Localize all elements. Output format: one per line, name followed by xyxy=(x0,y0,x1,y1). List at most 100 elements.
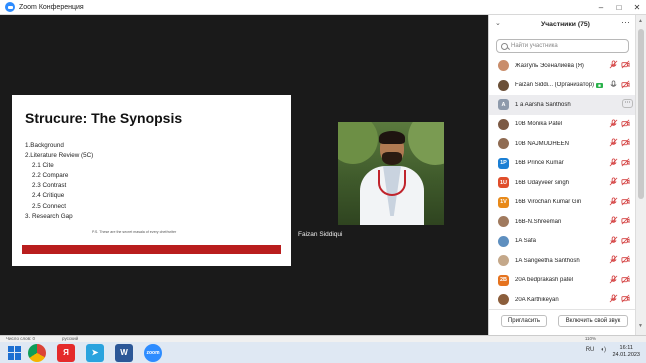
background-foliage xyxy=(338,122,378,164)
scroll-up-icon[interactable]: ▲ xyxy=(638,18,643,24)
participant-row[interactable]: 10B NAJMUDHEEN xyxy=(489,134,636,154)
camera-off-icon xyxy=(621,158,630,167)
camera-off-icon xyxy=(621,197,630,206)
slide-outline-item: 3. Research Gap xyxy=(25,212,73,220)
camera-off-icon xyxy=(621,294,630,303)
participant-row[interactable]: 10B Monika Patel xyxy=(489,115,636,135)
participant-row[interactable]: 1V 16B Virochan Kumar Giri xyxy=(489,193,636,213)
camera-off-icon xyxy=(621,60,630,69)
mic-muted-icon xyxy=(609,60,618,69)
participant-status-icons xyxy=(609,157,630,167)
camera-off-icon xyxy=(621,119,630,128)
participant-row[interactable]: 1A Sangeetha Santhosh xyxy=(489,251,636,271)
participant-more-button[interactable]: ⋯ xyxy=(622,99,633,108)
camera-off-icon xyxy=(621,80,630,89)
mic-muted-icon xyxy=(609,216,618,225)
participant-row[interactable]: 20A Karthikeyan xyxy=(489,290,636,310)
camera-off-icon xyxy=(621,236,630,245)
participant-status-icons xyxy=(609,274,630,284)
participant-status-icons xyxy=(609,138,630,147)
person-beard xyxy=(382,152,402,165)
close-button[interactable]: ✕ xyxy=(628,0,646,15)
zoom-level[interactable]: 110% xyxy=(585,336,596,341)
participant-status-icons xyxy=(609,118,630,128)
participant-name: 1A Safa xyxy=(515,238,537,245)
avatar: A xyxy=(498,99,509,111)
participant-name: 16B Udayveer singh xyxy=(515,179,570,186)
participant-name: Жазгуль Эсеналиева (Я) xyxy=(515,62,584,69)
mic-icon xyxy=(609,79,618,89)
participant-search-input[interactable]: Найти участника xyxy=(496,39,629,53)
avatar xyxy=(498,79,509,91)
slide-footer-bar xyxy=(22,245,281,254)
participant-row[interactable]: Faizan Siddi... (Организатор) ■ xyxy=(489,76,636,96)
shared-screen-slide: Strucure: The Synopsis 1.Background 2.Lit… xyxy=(12,95,291,266)
participant-name: 16B Prince Kumar xyxy=(515,160,564,167)
scroll-down-icon[interactable]: ▼ xyxy=(638,323,643,329)
mic-muted-icon xyxy=(609,177,618,186)
mic-muted-icon xyxy=(609,255,618,264)
camera-off-icon xyxy=(621,255,630,264)
zoom-icon[interactable]: zoom xyxy=(144,343,162,362)
participant-row[interactable]: Жазгуль Эсеналиева (Я) xyxy=(489,56,636,76)
system-clock[interactable]: 16:11 24.01.2023 xyxy=(612,345,640,359)
participant-status-icons xyxy=(609,79,630,89)
avatar: 1V xyxy=(498,196,509,208)
clock-time: 16:11 xyxy=(619,345,633,351)
participant-status-icons xyxy=(609,216,630,225)
participant-row[interactable]: 2B 20A bedprakash patel xyxy=(489,271,636,291)
panel-scrollbar[interactable]: ▲ ▼ xyxy=(635,15,646,335)
unmute-self-button[interactable]: Включить свой звук xyxy=(558,315,628,327)
mic-muted-icon xyxy=(609,118,618,128)
participant-status-icons xyxy=(609,60,630,69)
participant-name: Faizan Siddi... (Организатор) xyxy=(515,82,595,89)
avatar xyxy=(498,60,509,72)
video-name-label: Faizan Siddiqui xyxy=(298,231,343,238)
avatar: 1P xyxy=(498,157,509,169)
slide-outline-item: 2.4 Critique xyxy=(32,192,65,200)
telegram-icon[interactable]: ➤ xyxy=(86,343,104,362)
windows-start-icon[interactable] xyxy=(8,345,22,360)
avatar xyxy=(498,294,509,306)
more-icon[interactable]: ⋯ xyxy=(621,17,630,28)
slide-outline-item: 1.Background xyxy=(25,142,64,149)
participant-row[interactable]: 1U 16B Udayveer singh xyxy=(489,173,636,193)
participant-row[interactable]: 1P 16B Prince Kumar xyxy=(489,154,636,174)
system-tray: RU ◖) xyxy=(586,347,606,353)
word-icon[interactable]: W xyxy=(115,343,133,362)
participant-name: 10B NAJMUDHEEN xyxy=(515,140,570,147)
chevron-down-icon[interactable]: ⌄ xyxy=(495,19,501,27)
slide-outline-item: 2.3 Contrast xyxy=(32,182,67,190)
slide-outline-item: 2.1 Cite xyxy=(32,162,54,170)
participant-name: 16B Virochan Kumar Giri xyxy=(515,199,582,206)
avatar xyxy=(498,255,509,267)
panel-header: ⌄ Участники (75) ⋯ xyxy=(489,15,636,35)
avatar: 1U xyxy=(498,177,509,189)
minimize-button[interactable]: – xyxy=(592,0,610,15)
maximize-button[interactable]: □ xyxy=(610,0,628,15)
participant-row[interactable]: A 1 a Aarsha Santhosh ⋯ xyxy=(489,95,636,115)
language-indicator[interactable]: русский xyxy=(62,336,78,341)
mic-muted-icon xyxy=(609,235,618,245)
participant-name: 16B-N.Shreeman xyxy=(515,218,562,225)
search-icon xyxy=(501,42,508,50)
chrome-icon[interactable] xyxy=(28,343,46,362)
word-count: Число слов: 0 xyxy=(6,336,36,341)
scroll-thumb[interactable] xyxy=(638,29,644,199)
invite-button[interactable]: Пригласить xyxy=(501,315,547,327)
volume-icon[interactable]: ◖) xyxy=(600,347,606,353)
yandex-icon[interactable]: Я xyxy=(57,343,75,362)
participant-row[interactable]: 1A Safa xyxy=(489,232,636,252)
stethoscope xyxy=(378,170,406,196)
clock-date: 24.01.2023 xyxy=(612,352,640,358)
participant-row[interactable]: 16B-N.Shreeman xyxy=(489,212,636,232)
panel-footer: Пригласить Включить свой звук xyxy=(489,309,636,335)
window-title: Zoom Конференция xyxy=(19,3,84,11)
mic-muted-icon xyxy=(609,138,618,147)
participant-name: 10B Monika Patel xyxy=(515,121,563,128)
participant-name: 20A bedprakash patel xyxy=(515,277,574,284)
participant-video[interactable] xyxy=(338,122,444,225)
participant-status-icons xyxy=(609,177,630,186)
participant-name: 1 a Aarsha Santhosh xyxy=(515,101,571,108)
keyboard-language[interactable]: RU xyxy=(586,347,595,353)
